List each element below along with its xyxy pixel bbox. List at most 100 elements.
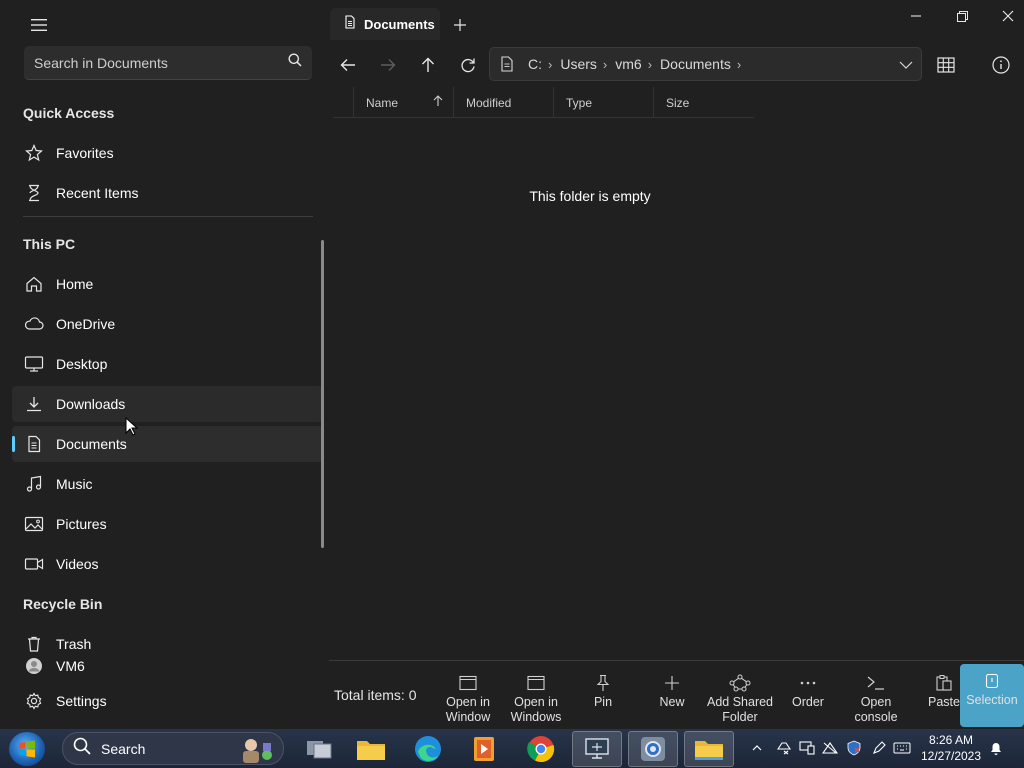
keyboard-icon[interactable] xyxy=(891,737,913,759)
paste-button[interactable]: Paste xyxy=(926,672,962,728)
order-button[interactable]: Order xyxy=(786,672,830,728)
sidebar-item-onedrive[interactable]: OneDrive xyxy=(12,306,322,342)
sidebar-item-label: Videos xyxy=(56,556,99,572)
breadcrumb-users[interactable]: Users › xyxy=(560,56,615,72)
sidebar-item-label: Recent Items xyxy=(56,185,139,201)
column-header-type[interactable]: Type xyxy=(553,87,653,118)
open-in-windows-button[interactable]: Open in Windows xyxy=(506,672,566,728)
plus-icon[interactable] xyxy=(450,14,470,36)
chevron-down-icon[interactable] xyxy=(897,56,915,74)
view-layout-button[interactable] xyxy=(929,50,963,80)
column-header-modified[interactable]: Modified xyxy=(453,87,553,118)
media-player-icon[interactable] xyxy=(459,731,509,767)
terminal-icon xyxy=(867,672,885,694)
chevron-up-icon[interactable] xyxy=(746,737,768,759)
back-button[interactable] xyxy=(331,50,365,80)
search-icon[interactable] xyxy=(288,53,302,72)
breadcrumb-drive[interactable]: C: › xyxy=(528,56,560,72)
minimize-icon[interactable] xyxy=(896,4,936,28)
column-header-name[interactable]: Name xyxy=(353,87,453,118)
sidebar-divider xyxy=(23,216,313,217)
tab-documents[interactable]: Documents xyxy=(330,8,440,40)
chrome-browser-icon[interactable] xyxy=(516,731,566,767)
sidebar-scrollbar[interactable] xyxy=(321,240,324,548)
sidebar-item-documents[interactable]: Documents xyxy=(12,426,322,462)
breadcrumb-user[interactable]: vm6 › xyxy=(615,56,660,72)
forward-button[interactable] xyxy=(371,50,405,80)
taskbar-search-label: Search xyxy=(101,740,146,757)
settings-app-icon[interactable] xyxy=(628,731,678,767)
search-icon xyxy=(73,737,91,760)
sidebar-item-videos[interactable]: Videos xyxy=(12,546,322,582)
this-pc-heading[interactable]: This PC xyxy=(23,236,75,252)
taskbar-clock[interactable]: 8:26 AM 12/27/2023 xyxy=(916,732,986,764)
clock-date: 12/27/2023 xyxy=(920,749,982,763)
start-button[interactable] xyxy=(9,732,45,766)
mouse-cursor xyxy=(125,416,139,437)
document-icon xyxy=(24,434,44,454)
paste-icon xyxy=(935,672,953,694)
avatar xyxy=(24,656,44,676)
info-button[interactable] xyxy=(984,50,1018,80)
security-shield-icon[interactable] xyxy=(843,737,865,759)
close-icon[interactable] xyxy=(988,4,1024,28)
sidebar-item-label: Downloads xyxy=(56,396,126,412)
column-label: Size xyxy=(666,95,690,110)
up-button[interactable] xyxy=(411,50,445,80)
document-icon xyxy=(500,56,514,72)
sidebar-item-pictures[interactable]: Pictures xyxy=(12,506,322,542)
video-icon xyxy=(24,554,44,574)
sidebar-item-label: Settings xyxy=(56,693,107,709)
pen-icon[interactable] xyxy=(868,737,890,759)
user-account[interactable]: VM6 xyxy=(12,648,322,684)
plus-icon xyxy=(665,672,679,694)
sidebar-item-downloads[interactable]: Downloads xyxy=(12,386,322,422)
sidebar-item-home[interactable]: Home xyxy=(12,266,322,302)
usb-eject-icon[interactable] xyxy=(773,737,795,759)
taskbar-search-box[interactable]: Search xyxy=(62,732,284,765)
sidebar-item-desktop[interactable]: Desktop xyxy=(12,346,322,382)
more-icon xyxy=(800,672,816,694)
open-console-button[interactable]: Open console xyxy=(850,672,902,728)
restore-icon[interactable] xyxy=(942,4,982,28)
open-in-window-button[interactable]: Open in Window xyxy=(440,672,496,728)
total-items: Total items: 0 xyxy=(334,687,417,703)
document-icon xyxy=(344,14,356,34)
monitor-icon xyxy=(24,354,44,374)
selection-button[interactable]: Selection xyxy=(960,664,1024,727)
recycle-bin-heading[interactable]: Recycle Bin xyxy=(23,596,102,612)
refresh-button[interactable] xyxy=(451,50,485,80)
download-icon xyxy=(24,394,44,414)
sidebar-item-label: OneDrive xyxy=(56,316,116,332)
sidebar-item-music[interactable]: Music xyxy=(12,466,322,502)
add-shared-folder-button[interactable]: Add Shared Folder xyxy=(704,672,776,728)
remote-desktop-icon[interactable] xyxy=(572,731,622,767)
breadcrumb-documents[interactable]: Documents › xyxy=(660,56,749,72)
address-bar[interactable]: C: › Users › vm6 › Documents › xyxy=(489,47,922,81)
sidebar-item-label: Home xyxy=(56,276,94,292)
sidebar-item-settings[interactable]: Settings xyxy=(12,683,322,719)
sidebar-search-input[interactable]: Search in Documents xyxy=(24,46,312,80)
sidebar-item-label: Desktop xyxy=(56,356,108,372)
column-header-size[interactable]: Size xyxy=(653,87,753,118)
quick-access-heading[interactable]: Quick Access xyxy=(23,105,114,121)
sidebar-item-favorites[interactable]: Favorites xyxy=(12,135,322,171)
file-explorer-app-icon[interactable] xyxy=(684,731,734,767)
file-explorer-window: Search in Documents Quick Access Favorit… xyxy=(0,0,1024,729)
pin-button[interactable]: Pin xyxy=(583,672,623,728)
hamburger-menu-icon[interactable] xyxy=(24,12,54,38)
task-view-icon[interactable] xyxy=(294,731,344,767)
sidebar-item-recent[interactable]: Recent Items xyxy=(12,175,322,211)
search-highlight-icon xyxy=(235,735,277,768)
edge-browser-icon[interactable] xyxy=(403,731,453,767)
empty-folder-message: This folder is empty xyxy=(529,188,651,204)
folder-icon[interactable] xyxy=(346,731,396,767)
music-icon xyxy=(24,474,44,494)
display-icon[interactable] xyxy=(796,737,818,759)
column-label: Name xyxy=(366,95,399,110)
home-icon xyxy=(24,274,44,294)
notification-bell-icon[interactable] xyxy=(985,737,1007,759)
new-button[interactable]: New xyxy=(652,672,692,728)
star-icon xyxy=(24,143,44,163)
network-disconnected-icon[interactable] xyxy=(819,737,841,759)
